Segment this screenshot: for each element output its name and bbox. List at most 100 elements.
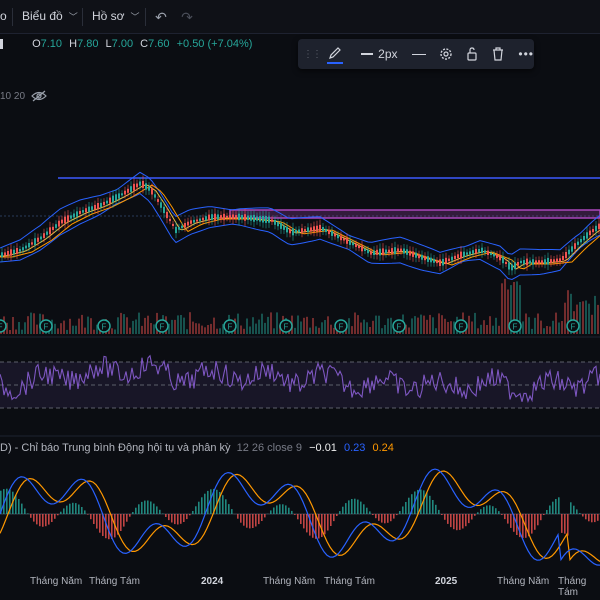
candle-body bbox=[247, 215, 249, 220]
macd-histogram-bar bbox=[258, 514, 260, 525]
candle-body bbox=[187, 221, 189, 226]
candle-body bbox=[310, 227, 312, 232]
macd-histogram-bar bbox=[354, 498, 356, 514]
volume-bar bbox=[528, 317, 530, 334]
candle-body bbox=[370, 251, 372, 255]
more-icon[interactable]: ••• bbox=[518, 47, 534, 61]
macd-histogram-bar bbox=[318, 514, 320, 539]
macd-histogram-bar bbox=[51, 514, 53, 522]
candle-body bbox=[436, 260, 438, 264]
macd-histogram-bar bbox=[285, 505, 287, 514]
candle-body bbox=[241, 215, 243, 220]
candle-body bbox=[40, 236, 42, 240]
indicator-legend[interactable]: 10 20 bbox=[0, 90, 47, 102]
volume-bar bbox=[72, 325, 74, 334]
candle-body bbox=[10, 249, 12, 256]
candle-body bbox=[577, 241, 579, 245]
chart-canvas[interactable]: FFFFFFFFFFF bbox=[0, 0, 600, 600]
macd-histogram-bar bbox=[321, 514, 323, 537]
volume-bar bbox=[588, 303, 590, 334]
candle-body bbox=[337, 234, 339, 239]
volume-bar bbox=[360, 322, 362, 334]
x-axis-label: Tháng Tám bbox=[89, 576, 140, 587]
candle-body bbox=[13, 249, 15, 254]
settings-icon[interactable] bbox=[438, 46, 454, 62]
macd-histogram-bar bbox=[141, 501, 143, 514]
x-axis-label: 2024 bbox=[201, 576, 224, 587]
volume-bar bbox=[267, 316, 269, 334]
macd-histogram-bar bbox=[207, 490, 209, 514]
line-width-button[interactable]: 2px bbox=[361, 47, 398, 61]
candle-body bbox=[169, 218, 171, 222]
drawing-toolbar: ⋮⋮ 2px ••• bbox=[298, 39, 534, 69]
drag-handle[interactable]: ⋮⋮ bbox=[303, 49, 322, 60]
candle-body bbox=[373, 250, 375, 255]
macd-histogram-bar bbox=[507, 514, 509, 524]
macd-histogram-bar bbox=[159, 509, 161, 514]
candle-body bbox=[499, 254, 501, 261]
candle-body bbox=[277, 222, 279, 227]
macd-histogram-bar bbox=[45, 514, 47, 527]
candle-body bbox=[232, 214, 234, 220]
candle-body bbox=[397, 248, 399, 253]
candle-body bbox=[157, 199, 159, 202]
candle-body bbox=[229, 215, 231, 219]
macd-histogram-bar bbox=[24, 508, 26, 514]
volume-bar bbox=[423, 315, 425, 334]
candle-body bbox=[583, 236, 585, 241]
trash-icon[interactable] bbox=[490, 46, 506, 62]
volume-bar bbox=[69, 318, 71, 334]
line-style-icon[interactable] bbox=[411, 53, 427, 55]
macd-histogram-bar bbox=[399, 511, 401, 514]
volume-bar bbox=[300, 321, 302, 334]
volume-bar bbox=[126, 317, 128, 334]
volume-bar bbox=[129, 327, 131, 334]
macd-histogram-bar bbox=[438, 509, 440, 514]
macd-histogram-bar bbox=[444, 514, 446, 520]
candle-body bbox=[517, 262, 519, 266]
macd-histogram-bar bbox=[294, 514, 296, 515]
volume-bar bbox=[141, 325, 143, 334]
macd-histogram-bar bbox=[69, 503, 71, 514]
unlock-icon[interactable] bbox=[464, 46, 480, 62]
x-axis-label: Tháng Tám bbox=[324, 576, 375, 587]
volume-bar bbox=[597, 304, 599, 334]
volume-bar bbox=[321, 322, 323, 334]
candle-body bbox=[253, 214, 255, 222]
volume-bar bbox=[276, 312, 278, 334]
macd-histogram-bar bbox=[564, 514, 566, 534]
eye-off-icon[interactable] bbox=[31, 90, 47, 102]
candle-body bbox=[103, 201, 105, 206]
volume-bar bbox=[255, 323, 257, 334]
candle-body bbox=[151, 188, 153, 195]
earnings-marker-label: F bbox=[284, 323, 289, 332]
macd-histogram-bar bbox=[81, 507, 83, 514]
candle-body bbox=[160, 202, 162, 208]
candle-body bbox=[190, 220, 192, 224]
volume-bar bbox=[474, 312, 476, 334]
macd-histogram-bar bbox=[480, 509, 482, 514]
candle-body bbox=[196, 219, 198, 222]
macd-histogram-bar bbox=[390, 514, 392, 522]
macd-histogram-bar bbox=[189, 514, 191, 516]
macd-histogram-bar bbox=[555, 499, 557, 514]
candle-body bbox=[541, 260, 543, 264]
macd-histogram-bar bbox=[381, 514, 383, 523]
macd-histogram-bar bbox=[297, 514, 299, 520]
candle-body bbox=[64, 216, 66, 224]
candle-body bbox=[451, 256, 453, 261]
candle-body bbox=[163, 206, 165, 214]
pencil-icon[interactable] bbox=[323, 45, 347, 64]
volume-bar bbox=[204, 327, 206, 334]
candle-body bbox=[193, 219, 195, 223]
volume-bar bbox=[183, 317, 185, 334]
volume-bar bbox=[180, 315, 182, 334]
macd-histogram-bar bbox=[492, 506, 494, 514]
candle-body bbox=[91, 206, 93, 210]
volume-bar bbox=[249, 326, 251, 334]
volume-bar bbox=[327, 316, 329, 334]
macd-histogram-bar bbox=[576, 509, 578, 514]
volume-bar bbox=[501, 283, 503, 334]
volume-bar bbox=[522, 321, 524, 334]
candle-body bbox=[58, 220, 60, 227]
